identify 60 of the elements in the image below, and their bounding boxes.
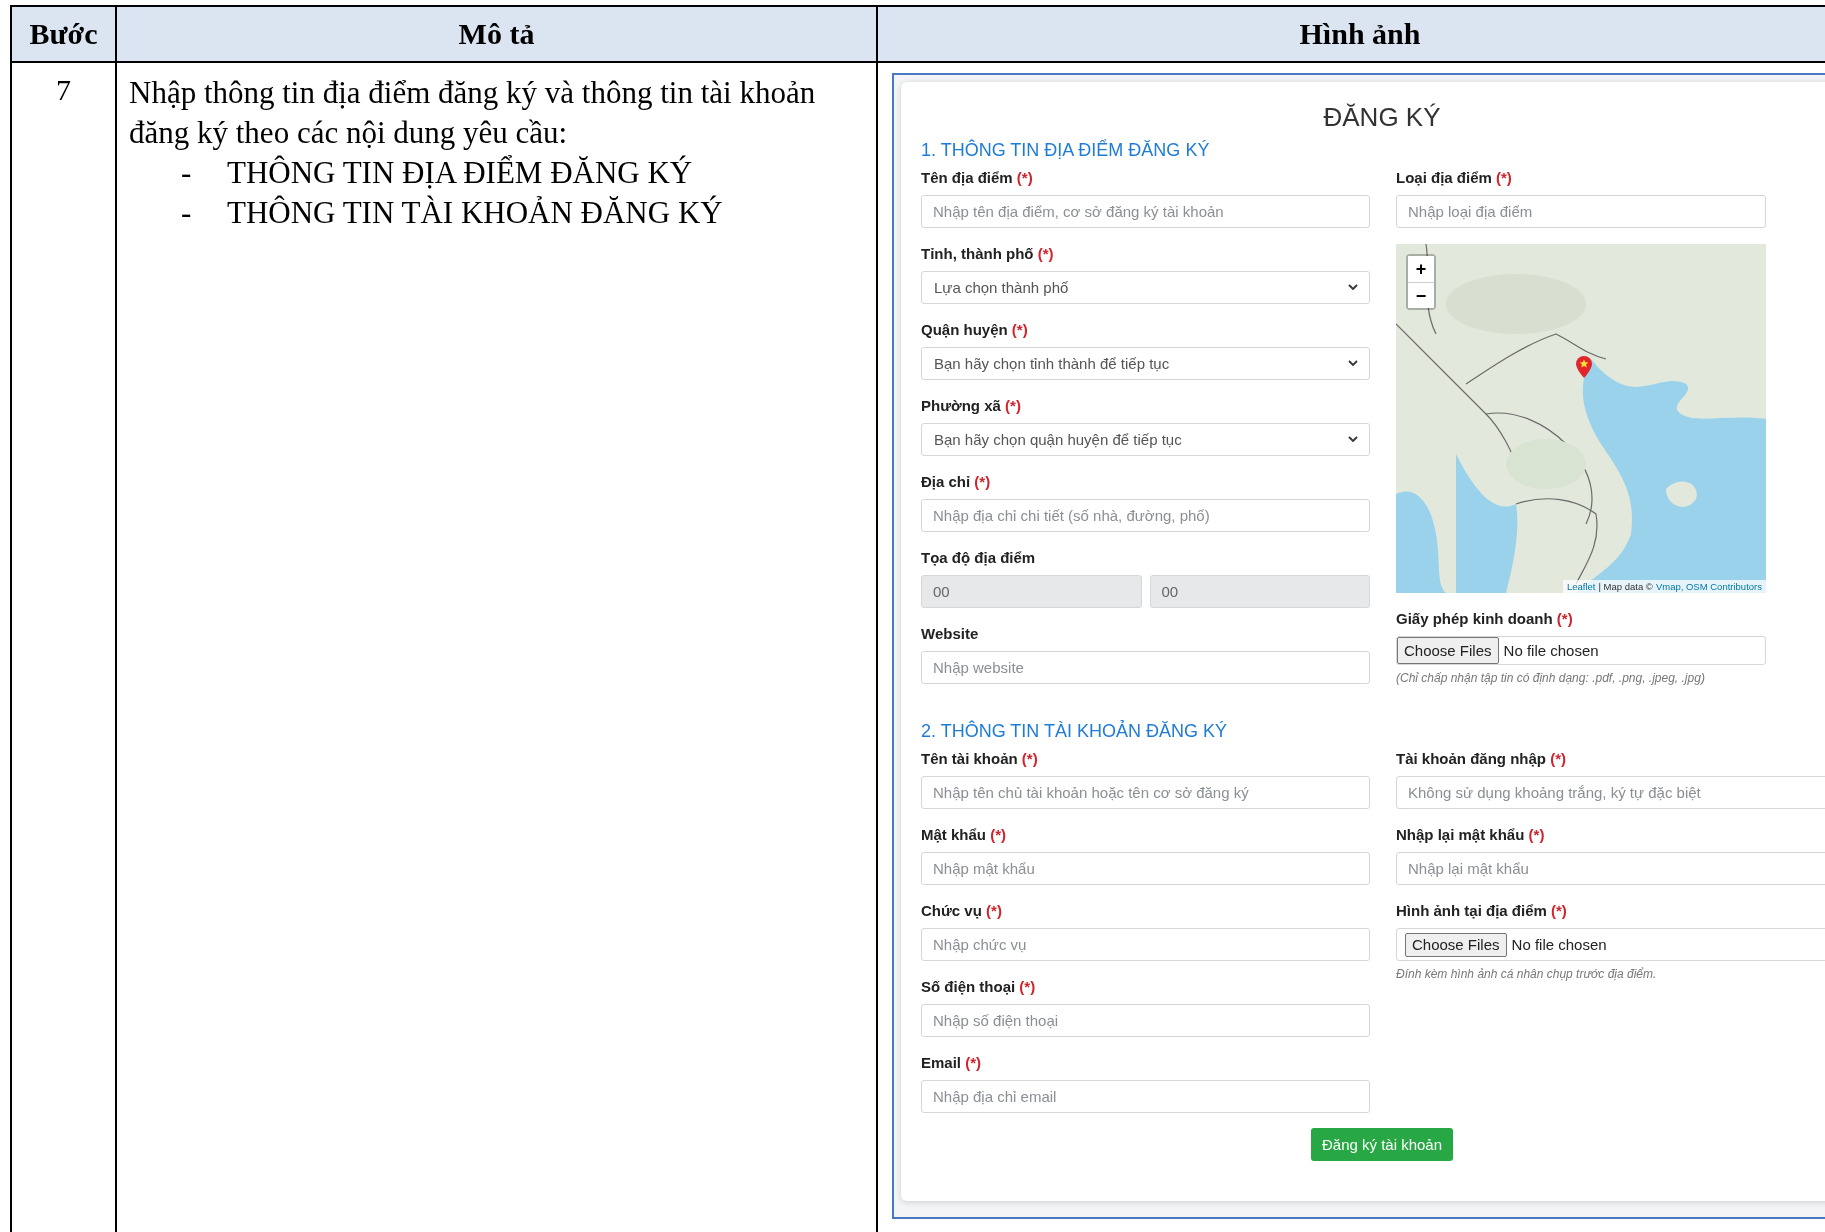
input-field[interactable]: Không sử dụng khoảng trắng, ký tự đặc biệt bbox=[1396, 776, 1825, 809]
select-field[interactable]: Bạn hãy chọn quận huyện để tiếp tục bbox=[921, 423, 1370, 456]
input-field[interactable]: Nhập mật khẩu bbox=[921, 852, 1370, 885]
input-field[interactable]: Nhập website bbox=[921, 651, 1370, 684]
input-field[interactable]: Nhập địa chỉ email bbox=[921, 1080, 1370, 1113]
input-field[interactable]: Nhập tên địa điểm, cơ sở đăng ký tài khoản bbox=[921, 195, 1370, 228]
file-status-text: No file chosen bbox=[1511, 936, 1607, 953]
section-heading: 1. THÔNG TIN ĐỊA ĐIỂM ĐĂNG KÝ bbox=[921, 139, 1211, 161]
input-field[interactable]: Nhập loại địa điểm bbox=[1396, 195, 1766, 228]
select-field[interactable]: Bạn hãy chọn tỉnh thành để tiếp tục bbox=[921, 347, 1370, 380]
input-field[interactable]: Nhập số điện thoại bbox=[921, 1004, 1370, 1037]
bullet-text: THÔNG TIN TÀI KHOẢN ĐĂNG KÝ bbox=[227, 194, 723, 232]
hint-text: Đính kèm hình ảnh cá nhân chụp trước địa điểm. bbox=[1396, 967, 1658, 981]
attribution-text: | Map data © bbox=[1598, 581, 1653, 592]
input-field[interactable]: Nhập lại mật khẩu bbox=[1396, 852, 1825, 885]
column-header: Mô tả bbox=[458, 17, 535, 51]
zoom-out-button[interactable]: − bbox=[1408, 282, 1434, 308]
choose-files-button[interactable]: Choose Files bbox=[1405, 932, 1507, 957]
field-label: Phường xã (*) bbox=[921, 396, 1022, 416]
input-field[interactable]: Nhập tên chủ tài khoản hoặc tên cơ sở đăng ký bbox=[921, 776, 1370, 809]
field-label: Tọa độ địa điểm bbox=[921, 548, 1037, 568]
file-field[interactable]: Choose Files No file chosen bbox=[1396, 636, 1766, 665]
field-label: Tài khoản đăng nhập (*) bbox=[1396, 749, 1567, 769]
field-label: Mật khẩu (*) bbox=[921, 825, 1007, 845]
input-field[interactable]: Nhập chức vụ bbox=[921, 928, 1370, 961]
input-field[interactable]: Nhập địa chỉ chi tiết (số nhà, đường, phố) bbox=[921, 499, 1370, 532]
pin-icon bbox=[1576, 356, 1592, 378]
form-title: ĐĂNG KÝ bbox=[1322, 102, 1442, 132]
field-label: Chức vụ (*) bbox=[921, 901, 1003, 921]
hint-text: (Chỉ chấp nhận tập tin có định dạng: .pdf, .png, .jpeg, .jpg) bbox=[1396, 671, 1706, 685]
field-label: Địa chỉ (*) bbox=[921, 472, 992, 492]
zoom-in-button[interactable]: + bbox=[1408, 256, 1434, 282]
section-heading: 2. THÔNG TIN TÀI KHOẢN ĐĂNG KÝ bbox=[921, 720, 1229, 742]
bullet-text: THÔNG TIN ĐỊA ĐIỂM ĐĂNG KÝ bbox=[227, 154, 693, 192]
field-label: Email (*) bbox=[921, 1053, 983, 1073]
chevron-icon bbox=[1348, 360, 1358, 367]
select-field[interactable]: Lựa chọn thành phố bbox=[921, 271, 1370, 304]
step-number: 7 bbox=[56, 73, 71, 106]
field-label: Quận huyện (*) bbox=[921, 320, 1029, 340]
field-label: Loại địa điểm (*) bbox=[1396, 168, 1513, 188]
column-header: Bước bbox=[29, 17, 98, 51]
field-label: Nhập lại mật khẩu (*) bbox=[1396, 825, 1546, 845]
choose-files-button[interactable]: Choose Files bbox=[1397, 637, 1499, 664]
chevron-icon bbox=[1348, 436, 1358, 443]
step-description: Nhập thông tin địa điểm đăng ký và thông tin tài khoản đăng ký theo các nội dung yêu cầu: bbox=[129, 74, 816, 152]
column-header: Hình ảnh bbox=[1299, 17, 1421, 51]
attribution-link[interactable]: Leaflet bbox=[1567, 581, 1596, 592]
field-label: Giấy phép kinh doanh (*) bbox=[1396, 609, 1574, 629]
attribution-link[interactable]: Vmap, OSM Contributors bbox=[1655, 581, 1762, 592]
field-label: Số điện thoại (*) bbox=[921, 977, 1037, 997]
field-label: Tên địa điểm (*) bbox=[921, 168, 1034, 188]
chevron-icon bbox=[1348, 284, 1358, 291]
field-label: Website bbox=[921, 624, 980, 644]
file-field[interactable]: Choose Files No file chosen bbox=[1396, 928, 1825, 961]
file-status-text: No file chosen bbox=[1503, 642, 1599, 659]
bullet-dash: - bbox=[181, 154, 193, 192]
bullet-dash: - bbox=[181, 194, 193, 232]
field-label: Tỉnh, thành phố (*) bbox=[921, 244, 1055, 264]
field-label: Hình ảnh tại địa điểm (*) bbox=[1396, 901, 1568, 921]
field-label: Tên tài khoản (*) bbox=[921, 749, 1039, 769]
